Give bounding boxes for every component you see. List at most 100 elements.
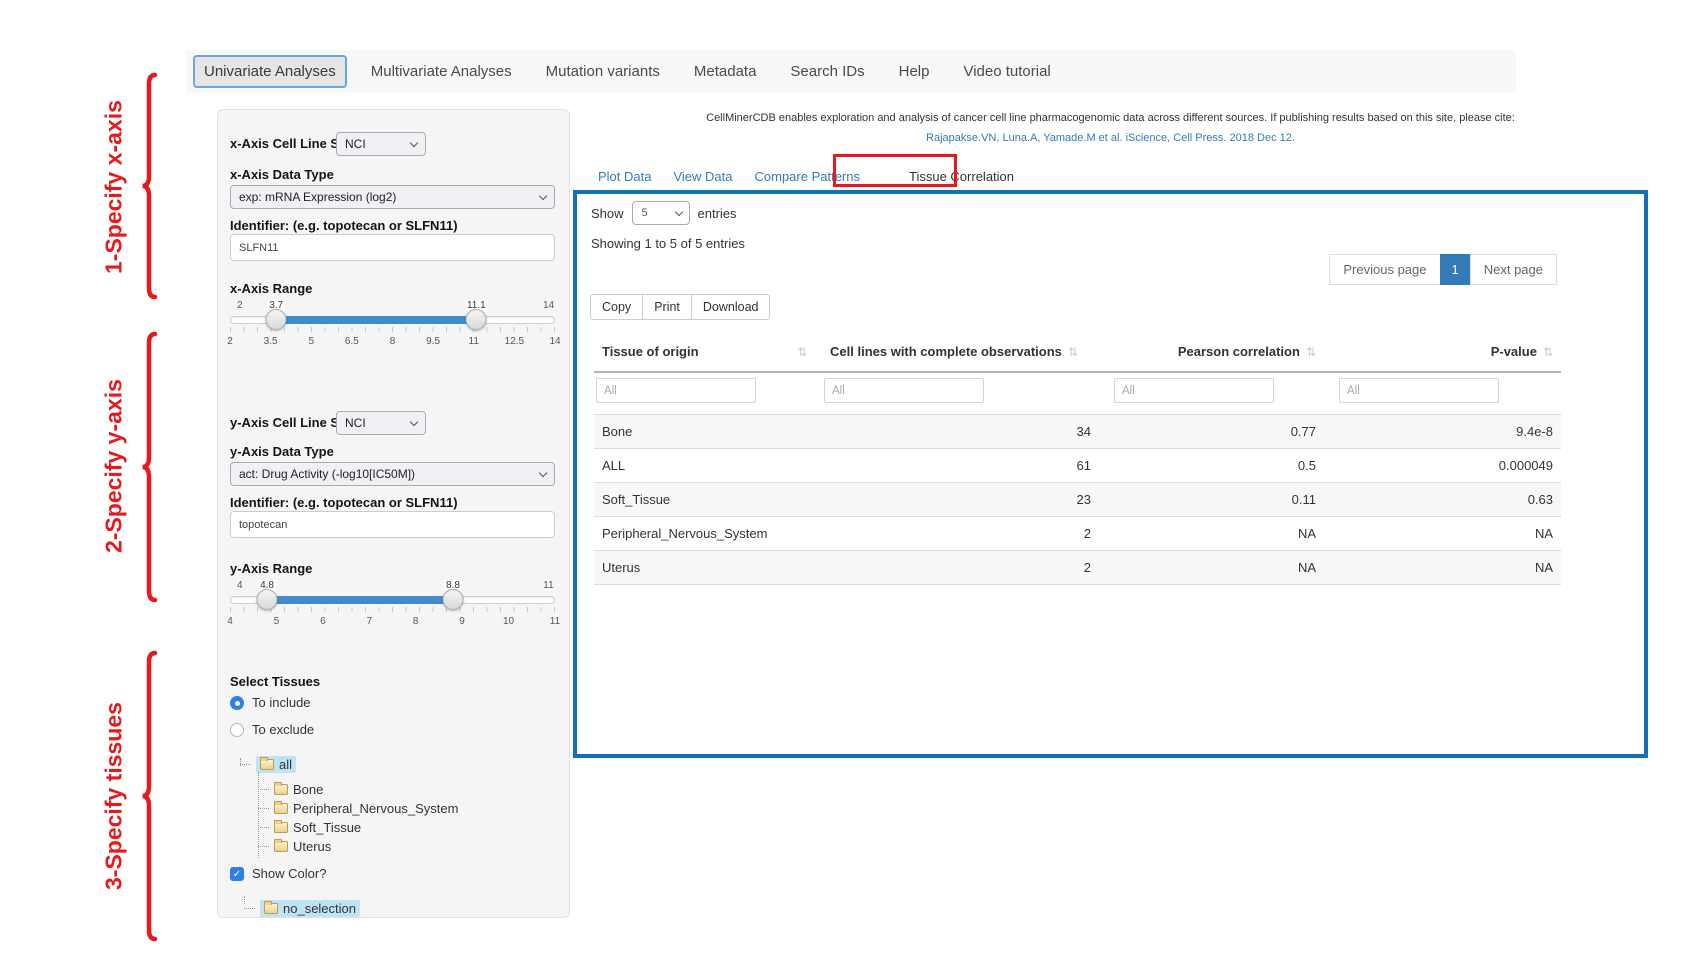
export-button-group: Copy Print Download: [591, 294, 770, 320]
nav-tab-metadata[interactable]: Metadata: [684, 55, 767, 88]
showing-entries-text: Showing 1 to 5 of 5 entries: [591, 236, 745, 251]
select-tissues-label: Select Tissues: [230, 674, 320, 689]
column-header-tissue-of-origin[interactable]: Tissue of origin ⇅: [594, 334, 809, 372]
tree-item-soft-tissue[interactable]: Soft_Tissue: [258, 818, 361, 836]
tree-item-all[interactable]: all: [240, 755, 296, 773]
tab-plot-data[interactable]: Plot Data: [587, 163, 662, 190]
x-slider-handle-to[interactable]: [466, 309, 487, 330]
page-length-value: 5: [642, 207, 648, 219]
y-data-type-select[interactable]: act: Drug Activity (-log10[IC50M]): [230, 462, 555, 486]
y-slider-tick: 10: [503, 616, 514, 627]
sort-icon[interactable]: ⇅: [1068, 345, 1078, 359]
to-exclude-radio[interactable]: [230, 723, 244, 737]
citation-link[interactable]: Rajapakse.VN, Luna.A, Yamade.M et al. iS…: [573, 132, 1648, 144]
nav-tab-search-ids[interactable]: Search IDs: [780, 55, 874, 88]
x-identifier-label: Identifier: (e.g. topotecan or SLFN11): [230, 218, 458, 233]
column-header-p-value[interactable]: P-value ⇅: [1324, 334, 1561, 372]
nav-tab-multivariate-analyses[interactable]: Multivariate Analyses: [361, 55, 522, 88]
sort-icon[interactable]: ⇅: [1306, 345, 1316, 359]
x-slider-tick: 12.5: [505, 336, 524, 347]
filter-input-cell-lines[interactable]: [824, 378, 984, 403]
y-identifier-input[interactable]: [230, 511, 555, 538]
y-slider-tick: 7: [367, 616, 373, 627]
check-icon: ✓: [233, 869, 241, 880]
page-1-button[interactable]: 1: [1440, 254, 1471, 285]
pagination: Previous page 1 Next page: [1330, 254, 1557, 285]
y-slider-min-label: 4: [235, 580, 245, 591]
x-range-slider[interactable]: 2 3.7 11.1 14 2 3.5 5 6.5 8 9.5 11 12.5 …: [230, 300, 555, 352]
filter-input-p-value[interactable]: [1339, 378, 1499, 403]
tree-item-uterus[interactable]: Uterus: [258, 837, 331, 855]
chevron-down-icon: [674, 208, 682, 216]
sort-icon[interactable]: ⇅: [797, 345, 807, 359]
x-slider-tick: 11: [469, 336, 479, 347]
annotation-step3-brace: [140, 650, 160, 942]
cell-tissue: Uterus: [594, 551, 809, 585]
tissue-correlation-table: Tissue of origin ⇅ Cell lines with compl…: [594, 334, 1561, 585]
cell-cell-lines: 2: [809, 551, 1099, 585]
tree-connector: [258, 808, 269, 809]
folder-icon: [274, 784, 288, 795]
y-slider-handle-from[interactable]: [257, 589, 278, 610]
show-color-checkbox[interactable]: ✓: [230, 867, 244, 881]
nav-tab-video-tutorial[interactable]: Video tutorial: [953, 55, 1060, 88]
cell-pearson: 0.11: [1099, 483, 1324, 517]
cell-p-value: 0.000049: [1324, 449, 1561, 483]
page-length-select[interactable]: 5: [632, 201, 690, 225]
sort-icon[interactable]: ⇅: [1543, 345, 1553, 359]
filter-input-pearson[interactable]: [1114, 378, 1274, 403]
copy-button[interactable]: Copy: [590, 294, 643, 320]
tree-item-bone[interactable]: Bone: [258, 780, 323, 798]
x-slider-handle-from[interactable]: [266, 309, 287, 330]
chevron-down-icon: [410, 139, 418, 147]
download-button[interactable]: Download: [691, 294, 771, 320]
cell-cell-lines: 34: [809, 415, 1099, 449]
show-color-label: Show Color?: [252, 866, 326, 881]
filter-input-tissue[interactable]: [596, 378, 756, 403]
show-label: Show: [591, 206, 624, 221]
table-row[interactable]: Soft_Tissue 23 0.11 0.63: [594, 483, 1561, 517]
tree-item-label: Bone: [293, 782, 323, 797]
tab-view-data[interactable]: View Data: [662, 163, 743, 190]
x-identifier-input[interactable]: [230, 234, 555, 261]
y-range-slider[interactable]: 4 4.8 8.8 11 4 5 6 7 8 9 10 11: [230, 580, 555, 632]
previous-page-button[interactable]: Previous page: [1329, 254, 1440, 285]
x-slider-tick: 3.5: [264, 336, 278, 347]
to-include-radio[interactable]: [230, 696, 244, 710]
cell-cell-lines: 23: [809, 483, 1099, 517]
x-slider-tick: 2: [227, 336, 233, 347]
folder-icon: [264, 903, 278, 914]
x-cell-line-set-label: x-Axis Cell Line Set: [230, 136, 351, 151]
table-row[interactable]: ALL 61 0.5 0.000049: [594, 449, 1561, 483]
y-data-type-label: y-Axis Data Type: [230, 444, 334, 459]
print-button[interactable]: Print: [642, 294, 692, 320]
column-header-label: P-value: [1491, 344, 1537, 359]
nav-tab-mutation-variants[interactable]: Mutation variants: [536, 55, 670, 88]
nav-tab-help[interactable]: Help: [889, 55, 940, 88]
tree-item-no-selection[interactable]: no_selection: [244, 899, 360, 917]
annotation-step1-label: 1-Specify x-axis: [92, 74, 136, 300]
x-slider-min-label: 2: [235, 300, 245, 311]
cell-p-value: 9.4e-8: [1324, 415, 1561, 449]
column-header-label: Cell lines with complete observations: [830, 344, 1062, 359]
table-row[interactable]: Bone 34 0.77 9.4e-8: [594, 415, 1561, 449]
tree-item-peripheral-nervous-system[interactable]: Peripheral_Nervous_System: [258, 799, 458, 817]
y-slider-pips: [230, 607, 555, 612]
x-data-type-select[interactable]: exp: mRNA Expression (log2): [230, 185, 555, 209]
y-identifier-label: Identifier: (e.g. topotecan or SLFN11): [230, 495, 458, 510]
cell-pearson: 0.5: [1099, 449, 1324, 483]
x-slider-tick: 14: [549, 336, 560, 347]
y-cell-line-set-select[interactable]: NCI: [336, 411, 426, 435]
y-cell-line-set-value: NCI: [345, 416, 366, 430]
x-cell-line-set-select[interactable]: NCI: [336, 132, 426, 156]
next-page-button[interactable]: Next page: [1470, 254, 1557, 285]
y-slider-tick: 5: [274, 616, 280, 627]
table-row[interactable]: Uterus 2 NA NA: [594, 551, 1561, 585]
to-exclude-label: To exclude: [252, 722, 314, 737]
nav-tab-univariate-analyses[interactable]: Univariate Analyses: [193, 55, 347, 88]
tissue-correlation-panel: Show 5 entries Showing 1 to 5 of 5 entri…: [573, 190, 1648, 758]
table-row[interactable]: Peripheral_Nervous_System 2 NA NA: [594, 517, 1561, 551]
column-header-pearson-correlation[interactable]: Pearson correlation⇅: [1099, 334, 1324, 372]
y-slider-handle-to[interactable]: [442, 589, 463, 610]
column-header-cell-lines[interactable]: Cell lines with complete observations ⇅: [809, 334, 1099, 372]
